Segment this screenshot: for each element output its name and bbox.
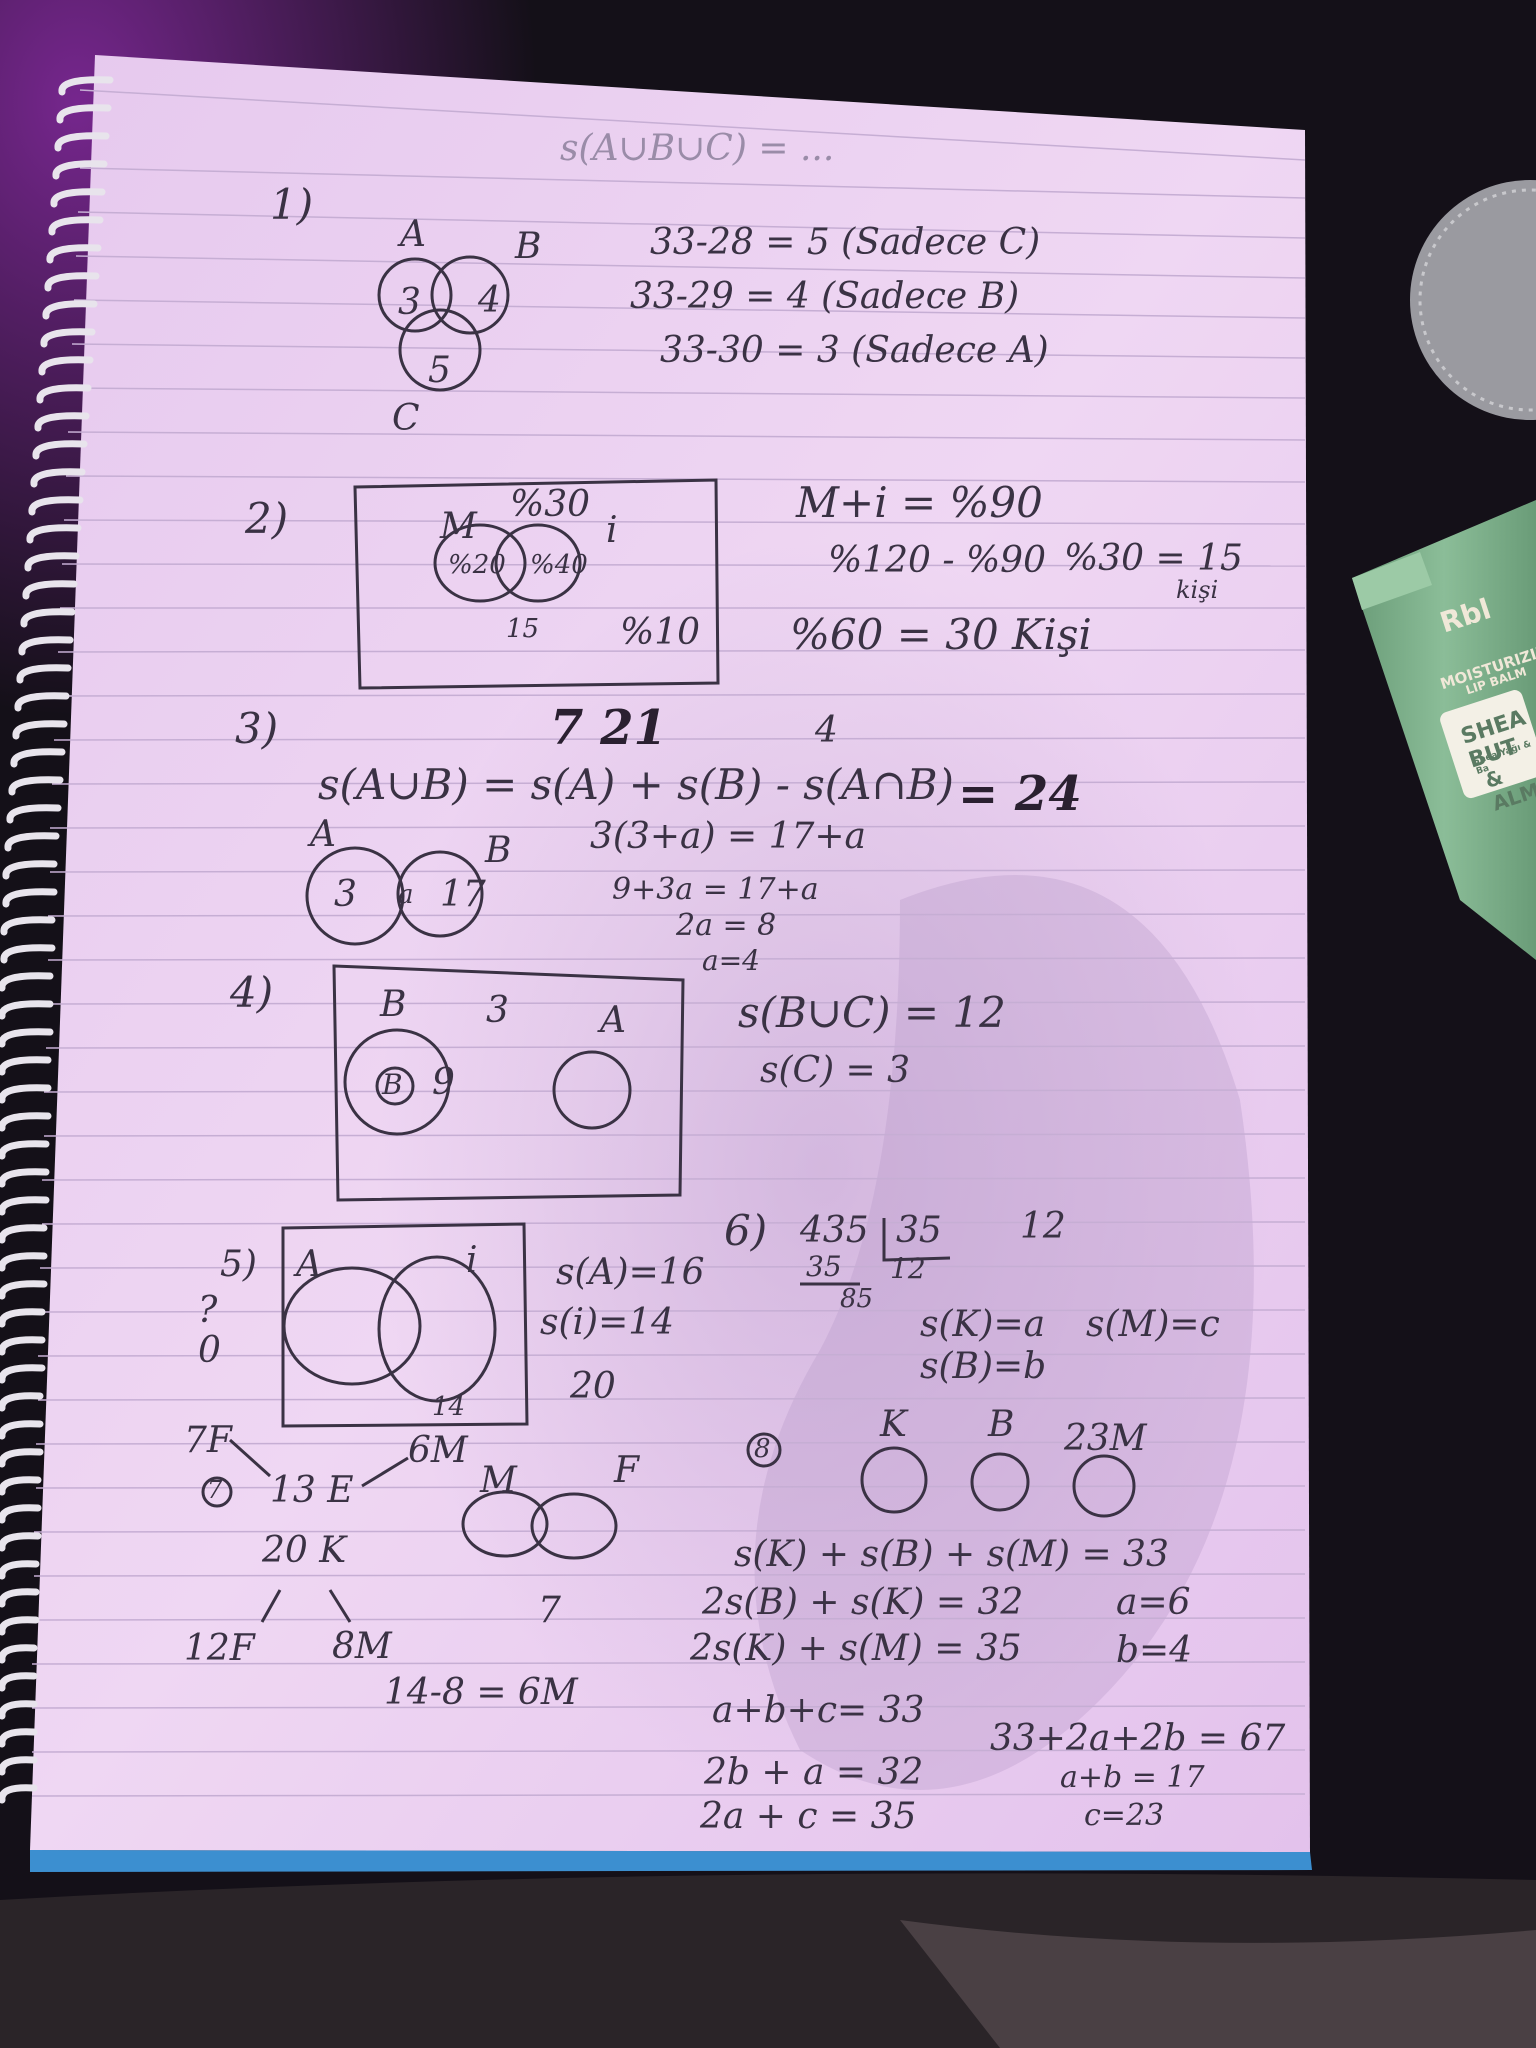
p3-number: 3): [235, 704, 279, 753]
p3-above2: 4: [815, 710, 838, 751]
p2-eq4: %60 = 30 Kişi: [790, 610, 1092, 659]
p6-number: 6): [724, 1206, 768, 1255]
p8-eq5: 2b + a = 32: [704, 1752, 924, 1793]
p5-eq1: s(A)=16: [556, 1252, 705, 1293]
p8-eq9: c=23: [1084, 1798, 1165, 1833]
p2-bottom: 15: [506, 614, 540, 644]
p4-inner: B: [382, 1068, 403, 1101]
p1-eq3: 33-30 = 3 (Sadece A): [660, 330, 1049, 371]
p8-m: 23M: [1064, 1418, 1147, 1459]
p4-three: 3: [486, 990, 509, 1031]
p5-zero: 0: [198, 1330, 221, 1371]
p4-nine: 9: [432, 1062, 455, 1103]
p3-a: A: [310, 814, 336, 855]
p8-k: K: [880, 1404, 907, 1445]
p8-r2: b=4: [1116, 1630, 1193, 1671]
p3-result: = 24: [958, 766, 1082, 822]
p5-number: 5): [220, 1244, 257, 1285]
p8-eq7: 33+2a+2b = 67: [990, 1718, 1286, 1759]
p3-r1: 3: [334, 874, 357, 915]
p8-eq1: s(K) + s(B) + s(M) = 33: [734, 1534, 1169, 1575]
p8-r1: a=6: [1116, 1582, 1191, 1623]
p2-out: %10: [620, 612, 701, 653]
p2-m: M: [440, 506, 477, 547]
p2-i: i: [606, 510, 618, 551]
p4-a: A: [600, 1000, 626, 1041]
p8-b: B: [988, 1404, 1015, 1445]
p8-eq6: 2a + c = 35: [700, 1796, 917, 1837]
p3-r3: 17: [440, 874, 486, 915]
p5-q: ?: [198, 1290, 218, 1331]
p1-set-b: B: [515, 226, 542, 267]
p5-eq3: 20: [570, 1366, 616, 1407]
p7-f12: 12F: [184, 1628, 255, 1669]
p1-region-4: 4: [478, 280, 501, 321]
p4-eq1: s(B∪C) = 12: [738, 988, 1006, 1037]
p2-number: 2): [245, 494, 289, 543]
p6-side: 12: [1020, 1206, 1066, 1247]
p6-rem: 85: [840, 1284, 874, 1314]
p6-sub: 35: [806, 1250, 842, 1283]
p1-number: 1): [270, 180, 314, 229]
p8-eq3: 2s(K) + s(M) = 35: [690, 1628, 1022, 1669]
p1-eq1: 33-28 = 5 (Sadece C): [650, 222, 1041, 263]
p5-eq2: s(i)=14: [540, 1302, 675, 1343]
faint-heading: s(A∪B∪C) = ...: [560, 128, 835, 169]
p8-number: 8: [754, 1434, 771, 1464]
p7-seven: 7: [538, 1590, 561, 1631]
p4-b: B: [380, 984, 407, 1025]
p5-a: A: [296, 1244, 322, 1285]
p1-eq2: 33-29 = 4 (Sadece B): [630, 276, 1020, 317]
p8-eq4: a+b+c= 33: [712, 1690, 925, 1731]
p5-i: i: [466, 1240, 478, 1281]
p7-number: 7: [207, 1476, 223, 1504]
p3-eq1: 3(3+a) = 17+a: [590, 816, 867, 857]
p2-left: %20: [448, 550, 506, 580]
p3-eq4: a=4: [702, 944, 760, 977]
p1-region-3: 3: [398, 282, 421, 323]
p2-eq2: %120 - %90: [828, 540, 1046, 581]
p7-m6: 6M: [408, 1430, 468, 1471]
p4-eq2: s(C) = 3: [760, 1050, 911, 1091]
p6-div1: 435: [800, 1210, 869, 1251]
p6-eq1: s(K)=a: [920, 1304, 1046, 1345]
p7-eq: 14-8 = 6M: [384, 1672, 578, 1713]
p3-formula: s(A∪B) = s(A) + s(B) - s(A∩B): [318, 760, 954, 809]
p1-set-c: C: [392, 398, 420, 439]
p2-eq3b: kişi: [1176, 576, 1219, 604]
p3-b: B: [485, 830, 512, 871]
p6-q: 12: [890, 1252, 926, 1285]
p6-div2: 35: [896, 1210, 942, 1251]
p2-mid: %40: [530, 550, 588, 580]
p8-eq2: 2s(B) + s(K) = 32: [702, 1582, 1024, 1623]
p2-top: %30: [510, 484, 591, 525]
p2-eq1: M+i = %90: [796, 478, 1043, 527]
p6-eq3: s(M)=c: [1086, 1304, 1220, 1345]
p6-eq2: s(B)=b: [920, 1346, 1047, 1387]
p3-r2: a: [398, 880, 414, 910]
p8-eq8: a+b = 17: [1060, 1760, 1205, 1795]
p3-eq3: 2a = 8: [676, 908, 777, 943]
p7-e: 13 E: [270, 1470, 354, 1511]
p5-below: 14: [432, 1392, 466, 1422]
p7-m8: 8M: [332, 1626, 392, 1667]
p7-k: 20 K: [262, 1530, 347, 1571]
p7-f: F: [614, 1450, 639, 1491]
p7-f7: 7F: [184, 1420, 232, 1461]
p1-region-5: 5: [428, 350, 451, 391]
p4-number: 4): [230, 968, 274, 1017]
p3-eq2: 9+3a = 17+a: [612, 872, 819, 907]
p7-m: M: [480, 1460, 517, 1501]
p1-set-a: A: [400, 214, 426, 255]
p3-above: 7 21: [550, 700, 667, 756]
p2-eq3: %30 = 15: [1064, 538, 1243, 579]
